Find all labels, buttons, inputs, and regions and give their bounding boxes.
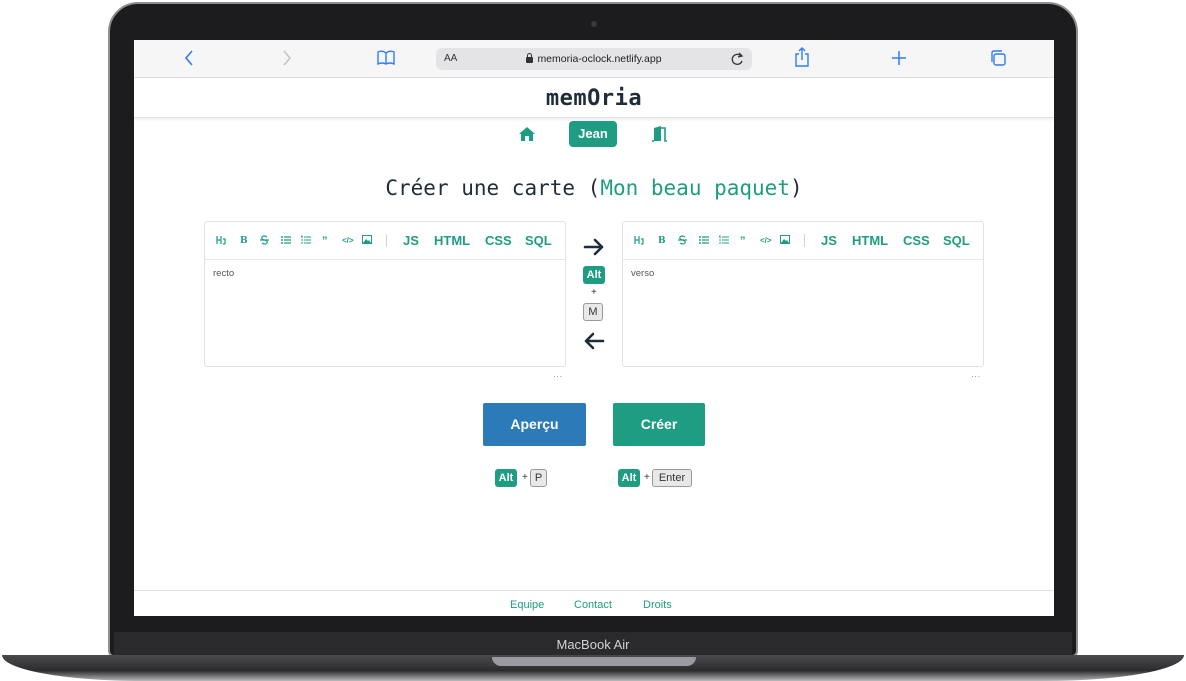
forward-icon[interactable]: [282, 48, 292, 72]
reload-icon[interactable]: [730, 50, 744, 71]
bold-icon[interactable]: B: [240, 235, 248, 247]
numbered-list-icon[interactable]: [719, 235, 729, 248]
address-bar[interactable]: AA memoria-oclock.netlify.app: [436, 48, 752, 70]
share-icon[interactable]: [794, 46, 810, 72]
footer: Equipe Contact Droits: [134, 590, 1054, 616]
bookmarks-icon[interactable]: [376, 48, 396, 72]
lang-sql-button[interactable]: SQL: [943, 234, 970, 248]
new-tab-icon[interactable]: [891, 48, 907, 72]
quote-icon[interactable]: ”: [322, 235, 328, 247]
back-icon[interactable]: [184, 48, 194, 72]
url-display[interactable]: memoria-oclock.netlify.app: [436, 53, 752, 65]
footer-link-contact[interactable]: Contact: [574, 599, 612, 611]
arrow-left-icon[interactable]: [583, 330, 605, 357]
alt-key-badge: Alt: [495, 469, 517, 487]
recto-resize-handle[interactable]: ...: [553, 370, 563, 379]
lang-css-button[interactable]: CSS: [903, 234, 930, 248]
app-brand[interactable]: memOria: [134, 86, 1054, 111]
plus-sign: +: [522, 472, 528, 483]
create-button[interactable]: Créer: [613, 403, 705, 446]
lang-css-button[interactable]: CSS: [485, 234, 512, 248]
user-profile-button[interactable]: Jean: [569, 121, 617, 147]
strikethrough-icon[interactable]: [678, 235, 687, 248]
plus-sign: +: [591, 287, 597, 298]
tabs-overview-icon[interactable]: [989, 48, 1007, 72]
laptop-notch: [492, 657, 696, 666]
image-icon[interactable]: [780, 235, 790, 247]
lang-sql-button[interactable]: SQL: [525, 234, 552, 248]
verso-editor-toolbar: B ” </> JS HTML CSS SQL: [623, 222, 983, 260]
screen: AA memoria-oclock.netlify.app memOria Je…: [134, 40, 1054, 616]
home-icon[interactable]: [518, 126, 536, 142]
heading-icon[interactable]: [634, 235, 644, 248]
app-header: memOria: [134, 78, 1054, 118]
alt-key-badge: Alt: [618, 469, 640, 487]
lock-icon: [526, 53, 534, 63]
lang-js-button[interactable]: JS: [821, 234, 837, 248]
lang-html-button[interactable]: HTML: [852, 234, 888, 248]
recto-editor-toolbar: B ” </> JS HTML CSS SQL: [205, 222, 565, 260]
device-label: MacBook Air: [556, 637, 630, 652]
strikethrough-icon[interactable]: [260, 235, 269, 248]
quote-icon[interactable]: ”: [740, 235, 746, 247]
lang-js-button[interactable]: JS: [403, 234, 419, 248]
numbered-list-icon[interactable]: [301, 235, 311, 248]
create-key-badge: Enter: [652, 469, 692, 487]
code-icon[interactable]: </>: [760, 235, 772, 247]
page-title-suffix: ): [789, 176, 803, 200]
browser-toolbar: AA memoria-oclock.netlify.app: [134, 40, 1054, 78]
recto-editor: B ” </> JS HTML CSS SQL recto ...: [204, 221, 566, 379]
heading-icon[interactable]: [216, 235, 226, 248]
preview-button[interactable]: Aperçu: [483, 403, 586, 446]
bold-icon[interactable]: B: [658, 235, 666, 247]
verso-resize-handle[interactable]: ...: [971, 370, 981, 379]
preview-key-badge: P: [530, 469, 547, 487]
switch-key-badge: M: [583, 303, 603, 321]
recto-textarea[interactable]: recto: [213, 268, 234, 279]
bullet-list-icon[interactable]: [281, 235, 291, 248]
deck-name: Mon beau paquet: [600, 176, 790, 200]
page-title: Créer une carte (Mon beau paquet): [134, 176, 1054, 200]
lang-html-button[interactable]: HTML: [434, 234, 470, 248]
camera-dot: [591, 21, 597, 27]
bullet-list-icon[interactable]: [699, 235, 709, 248]
url-text: memoria-oclock.netlify.app: [537, 53, 662, 65]
footer-link-team[interactable]: Equipe: [510, 599, 544, 611]
code-icon[interactable]: </>: [342, 235, 354, 247]
page-title-prefix: Créer une carte (: [385, 176, 601, 200]
footer-link-rights[interactable]: Droits: [643, 599, 672, 611]
logout-door-icon[interactable]: [651, 126, 669, 142]
plus-sign: +: [644, 472, 650, 483]
verso-textarea[interactable]: verso: [631, 268, 654, 279]
verso-editor: B ” </> JS HTML CSS SQL verso ...: [622, 221, 984, 379]
image-icon[interactable]: [362, 235, 372, 247]
toolbar-separator: [804, 234, 805, 247]
arrow-right-icon[interactable]: [583, 236, 605, 263]
alt-key-badge: Alt: [583, 266, 605, 284]
toolbar-separator: [386, 234, 387, 247]
laptop-hinge: MacBook Air: [114, 632, 1072, 657]
